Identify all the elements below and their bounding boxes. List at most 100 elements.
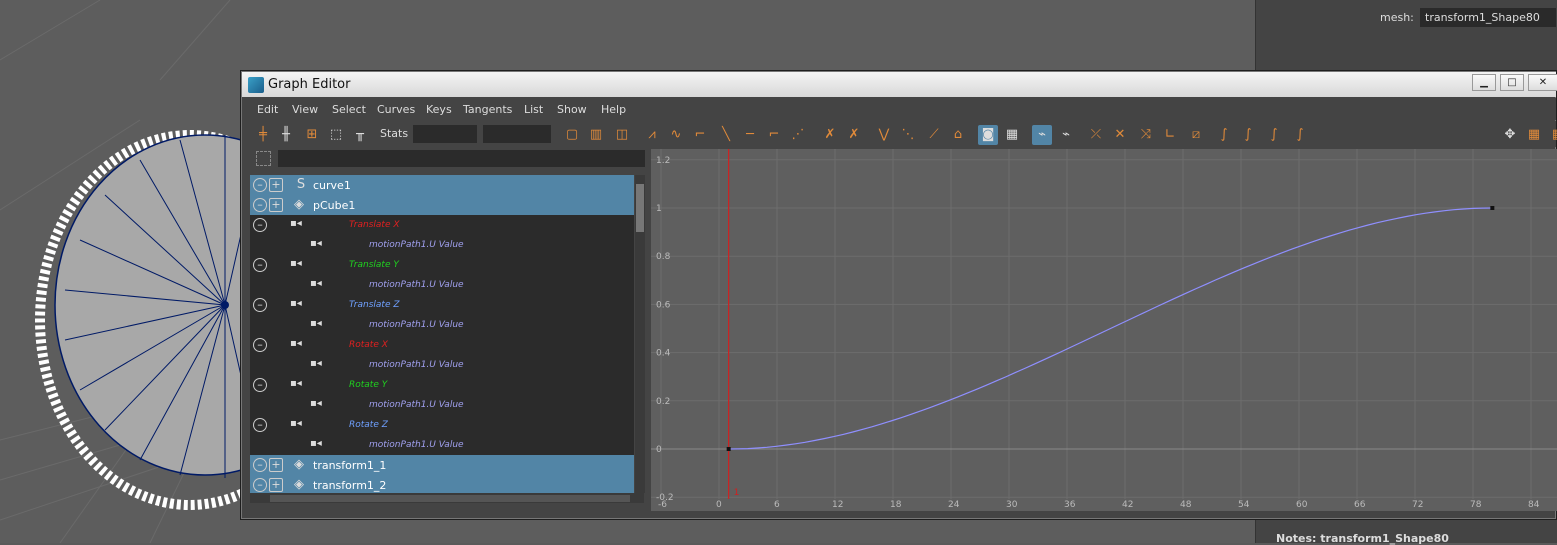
- expand-icon[interactable]: +: [269, 478, 283, 492]
- scroll-thumb[interactable]: [270, 495, 630, 502]
- denormalize-icon[interactable]: ✕: [1110, 125, 1130, 145]
- clamped-tangent-icon[interactable]: ⌐: [690, 125, 710, 145]
- trax-editor-icon[interactable]: ▦: [1548, 125, 1557, 145]
- close-button[interactable]: ✕: [1528, 74, 1557, 91]
- menu-edit[interactable]: Edit: [257, 103, 278, 116]
- time-snap-icon[interactable]: ⌁: [1032, 125, 1052, 145]
- pre-infinity-cycle-icon[interactable]: ⤨: [1136, 125, 1156, 145]
- menu-view[interactable]: View: [292, 103, 318, 116]
- buffer-curve-icon[interactable]: ✗: [820, 125, 840, 145]
- outliner-attr-rotate-z[interactable]: – ▪◂ Rotate Z: [250, 415, 634, 435]
- load-selected-icon[interactable]: ▦: [1002, 125, 1022, 145]
- post-infinity-cycle-icon[interactable]: ∟: [1160, 125, 1180, 145]
- curve-filter-icon-4[interactable]: ∫: [1290, 125, 1310, 145]
- collapse-icon[interactable]: –: [253, 198, 267, 212]
- curve-graph[interactable]: -6 0 6 12 18 24 30 36 42 48 54 60 66 72 78 841.210.80.6…: [651, 149, 1557, 511]
- outliner-sub-row[interactable]: ▪◂ motionPath1.U Value: [250, 275, 634, 295]
- menu-curves[interactable]: Curves: [377, 103, 415, 116]
- outliner-sub-row[interactable]: ▪◂ motionPath1.U Value: [250, 235, 634, 255]
- x-tick-label: 6: [774, 500, 780, 510]
- outliner-sub-row[interactable]: ▪◂ motionPath1.U Value: [250, 355, 634, 375]
- maximize-button[interactable]: □: [1500, 74, 1524, 91]
- menu-select[interactable]: Select: [332, 103, 366, 116]
- attr-name: Rotate Y: [349, 380, 388, 390]
- expand-icon[interactable]: +: [269, 178, 283, 192]
- value-snap-icon[interactable]: ⌁: [1056, 125, 1076, 145]
- scroll-thumb[interactable]: [636, 184, 644, 232]
- mesh-icon: ◈: [294, 457, 304, 472]
- y-tick-label: 0.4: [656, 349, 671, 359]
- filter-icon[interactable]: [256, 151, 271, 166]
- collapse-icon[interactable]: –: [253, 418, 267, 432]
- collapse-icon[interactable]: –: [253, 478, 267, 492]
- move-key-icon[interactable]: ╪: [253, 125, 273, 145]
- outliner-attr-translate-y[interactable]: – ▪◂ Translate Y: [250, 255, 634, 275]
- auto-tangent-icon[interactable]: ⩘: [642, 125, 662, 145]
- frame-playback-icon[interactable]: ▥: [586, 125, 606, 145]
- mesh-name-field[interactable]: transform1_Shape80: [1420, 8, 1556, 27]
- expand-icon[interactable]: +: [269, 198, 283, 212]
- outliner-row-pcube1[interactable]: – + ◈ pCube1: [250, 195, 634, 215]
- break-tangents-icon[interactable]: ⋁: [874, 125, 894, 145]
- outliner-row-transform1-1[interactable]: – + ◈ transform1_1: [250, 455, 634, 475]
- plug-icon: ▪◂: [310, 398, 322, 409]
- collapse-icon[interactable]: –: [253, 378, 267, 392]
- collapse-icon[interactable]: –: [253, 218, 267, 232]
- mesh-icon: ◈: [294, 477, 304, 492]
- flat-tangent-icon[interactable]: ─: [740, 125, 760, 145]
- curve-filter-icon-2[interactable]: ∫: [1238, 125, 1258, 145]
- move-view-icon[interactable]: ✥: [1500, 125, 1520, 145]
- expand-icon[interactable]: +: [269, 458, 283, 472]
- title-bar[interactable]: Graph Editor ▁ □ ✕: [242, 72, 1557, 97]
- graph-toolbar: ╪ ╫ ⊞ ⬚ ╥ Stats ▢ ▥ ◫ ⩘ ∿ ⌐ ╲ ─ ⌐ ⋰ ✗ ✗ …: [242, 121, 1557, 147]
- lock-tangent-weight-icon[interactable]: ⌂: [948, 125, 968, 145]
- outliner-attr-rotate-x[interactable]: – ▪◂ Rotate X: [250, 335, 634, 355]
- plateau-tangent-icon[interactable]: ⋰: [788, 125, 808, 145]
- outliner-vertical-scrollbar[interactable]: [635, 175, 645, 493]
- center-view-icon[interactable]: ◫: [612, 125, 632, 145]
- collapse-icon[interactable]: –: [253, 298, 267, 312]
- lattice-deform-icon[interactable]: ⊞: [302, 125, 322, 145]
- minimize-button[interactable]: ▁: [1472, 74, 1496, 91]
- swap-buffer-icon[interactable]: ✗: [844, 125, 864, 145]
- menu-tangents[interactable]: Tangents: [463, 103, 512, 116]
- step-tangent-icon[interactable]: ⌐: [764, 125, 784, 145]
- outliner-attr-translate-z[interactable]: – ▪◂ Translate Z: [250, 295, 634, 315]
- collapse-icon[interactable]: –: [253, 338, 267, 352]
- menu-keys[interactable]: Keys: [426, 103, 452, 116]
- linear-tangent-icon[interactable]: ╲: [716, 125, 736, 145]
- cycle-offset-icon[interactable]: ⧄: [1186, 125, 1206, 145]
- menu-list[interactable]: List: [524, 103, 543, 116]
- free-tangent-weight-icon[interactable]: ⟋: [924, 125, 944, 145]
- curve-filter-icon-1[interactable]: ∫: [1214, 125, 1234, 145]
- plug-icon: ▪◂: [290, 378, 302, 389]
- outliner-sub-row[interactable]: ▪◂ motionPath1.U Value: [250, 395, 634, 415]
- menu-help[interactable]: Help: [601, 103, 626, 116]
- spline-tangent-icon[interactable]: ∿: [666, 125, 686, 145]
- attr-name: Translate Z: [349, 300, 400, 310]
- outliner-attr-rotate-y[interactable]: – ▪◂ Rotate Y: [250, 375, 634, 395]
- frame-all-icon[interactable]: ▢: [562, 125, 582, 145]
- outliner-sub-row[interactable]: ▪◂ motionPath1.U Value: [250, 435, 634, 455]
- outliner-attr-translate-x[interactable]: – ▪◂ Translate X: [250, 215, 634, 235]
- outliner-row-transform1-2[interactable]: – + ◈ transform1_2: [250, 475, 634, 493]
- graph-view[interactable]: -6 0 6 12 18 24 30 36 42 48 54 60 66 72 78 84 1.2 1 0.8 0.6…: [651, 149, 1557, 511]
- collapse-icon[interactable]: –: [253, 458, 267, 472]
- collapse-icon[interactable]: –: [253, 178, 267, 192]
- outliner-row-curve1[interactable]: – + S curve1: [250, 175, 634, 195]
- insert-key-icon[interactable]: ╫: [276, 125, 296, 145]
- unify-tangents-icon[interactable]: ⋱: [898, 125, 918, 145]
- stats-value-field[interactable]: [483, 125, 551, 143]
- outliner-horizontal-scrollbar[interactable]: [250, 493, 644, 503]
- stats-time-field[interactable]: [413, 125, 477, 143]
- outliner-sub-row[interactable]: ▪◂ motionPath1.U Value: [250, 315, 634, 335]
- outliner-filter-input[interactable]: [278, 150, 645, 167]
- auto-load-icon[interactable]: ◙: [978, 125, 998, 145]
- retime-tool-icon[interactable]: ╥: [350, 125, 370, 145]
- normalize-icon[interactable]: ⤫: [1086, 125, 1106, 145]
- region-tool-icon[interactable]: ⬚: [326, 125, 346, 145]
- curve-filter-icon-3[interactable]: ∫: [1264, 125, 1284, 145]
- collapse-icon[interactable]: –: [253, 258, 267, 272]
- menu-show[interactable]: Show: [557, 103, 587, 116]
- dope-sheet-icon[interactable]: ▦: [1524, 125, 1544, 145]
